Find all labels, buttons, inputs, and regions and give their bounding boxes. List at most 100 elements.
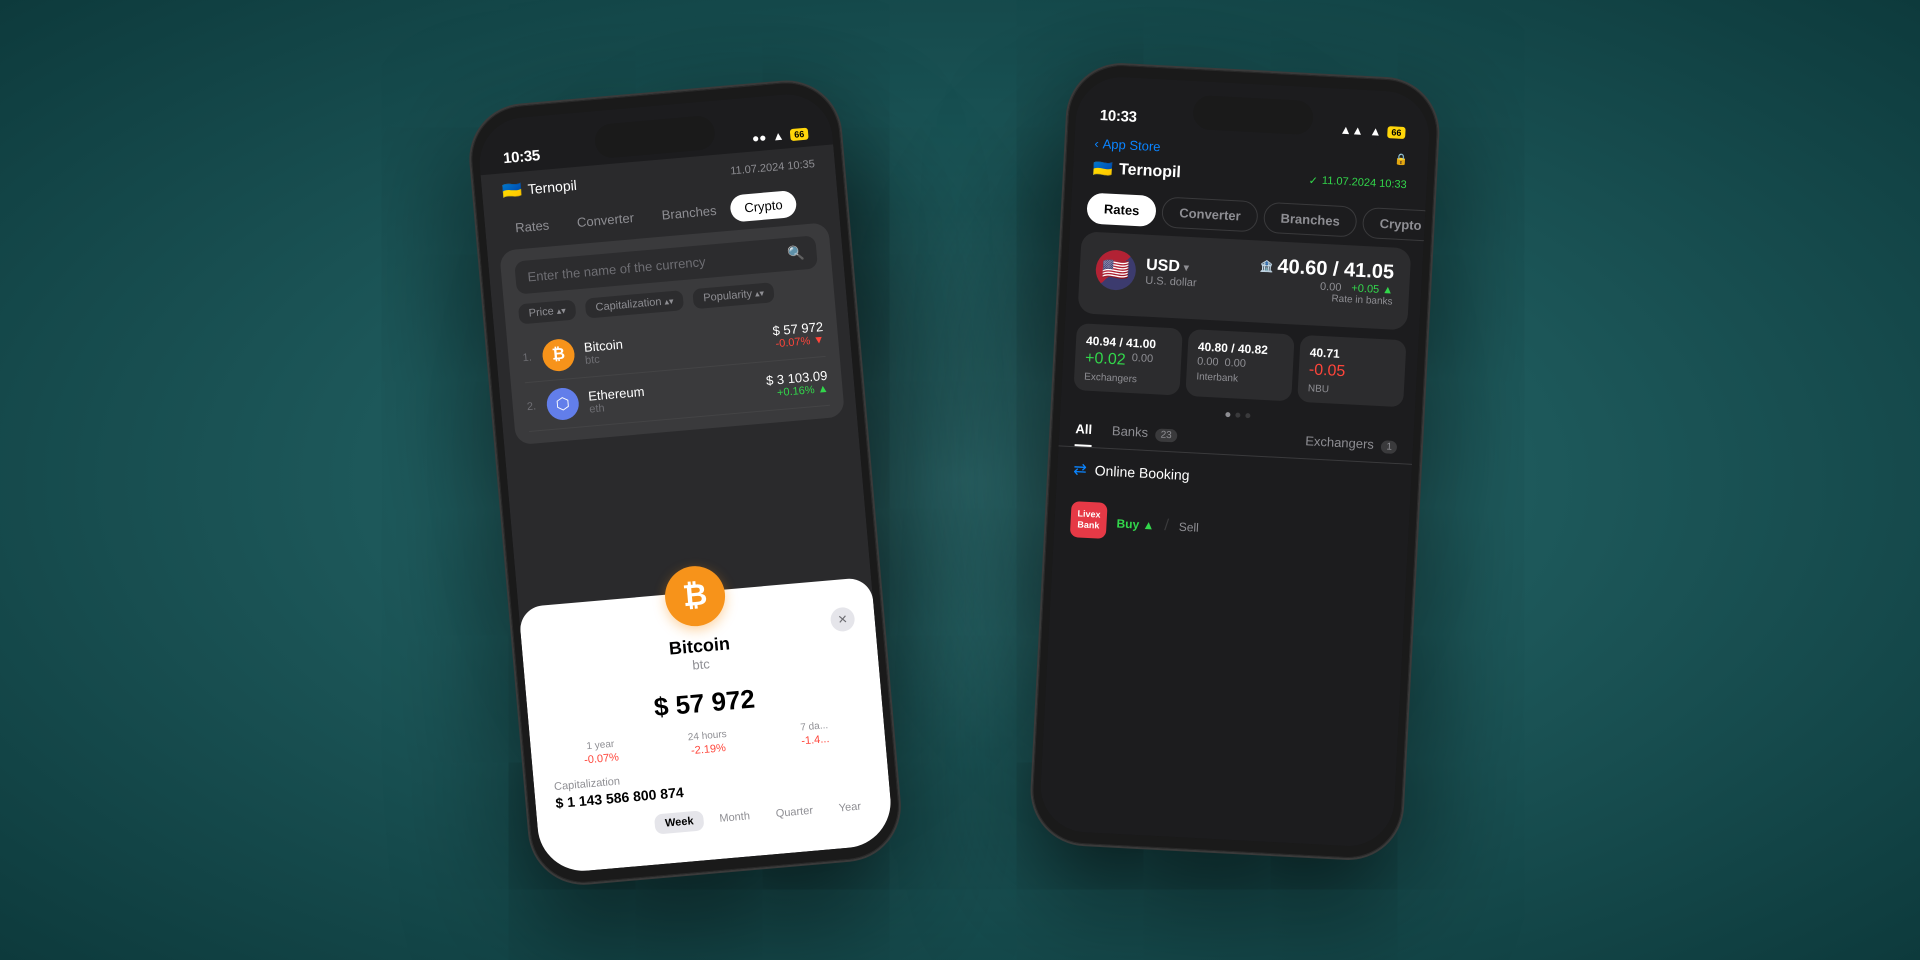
btc-name-col: Bitcoin btc <box>583 323 774 366</box>
period-month[interactable]: Month <box>709 805 761 829</box>
btc-stat-7d: 7 da... -1.4... <box>764 717 865 751</box>
eth-rank: 2. <box>526 399 547 413</box>
right-signal-icon: ▲▲ <box>1339 123 1363 138</box>
ukraine-flag: 🇺🇦 <box>501 180 523 202</box>
tab-converter-left[interactable]: Converter <box>562 203 649 237</box>
btc-detail-symbol: btc <box>692 656 711 672</box>
sub-rates-row: 40.94 / 41.00 +0.02 0.00 Exchangers 40.8… <box>1073 323 1406 407</box>
wifi-icon: ▲ <box>772 129 785 144</box>
search-placeholder-text: Enter the name of the currency <box>527 254 706 284</box>
right-wifi-icon: ▲ <box>1369 124 1382 139</box>
usd-rate-card: 🇺🇸 USD ▾ U.S. dollar 🏦 40.60 / 41.0 <box>1078 231 1412 330</box>
left-screen: 10:35 ●● ▲ 66 🇺🇦 Ternopil 11.07.2024 10:… <box>476 91 895 875</box>
exchangers-label: Exchangers <box>1084 372 1170 387</box>
dot-2 <box>1235 413 1240 418</box>
tab-branches-right[interactable]: Branches <box>1263 202 1358 238</box>
buy-sell-row: Buy ▲ / Sell <box>1116 514 1393 546</box>
phone-left: 10:35 ●● ▲ 66 🇺🇦 Ternopil 11.07.2024 10:… <box>467 78 904 887</box>
sort-cap-btn[interactable]: Capitalization ▴▾ <box>585 290 684 318</box>
nbu-label: NBU <box>1308 383 1394 398</box>
usd-rate-col: 🏦 40.60 / 41.05 0.00 +0.05 ▲ Rate in ban… <box>1258 255 1395 308</box>
period-week[interactable]: Week <box>654 810 704 834</box>
interbank-change2: 0.00 <box>1224 357 1246 370</box>
right-city-name: Ternopil <box>1119 161 1182 182</box>
check-icon: ✓ <box>1308 174 1318 187</box>
left-city-name: Ternopil <box>527 177 577 197</box>
battery-badge: 66 <box>790 128 809 142</box>
back-label: App Store <box>1102 136 1161 154</box>
left-status-icons: ●● ▲ 66 <box>751 127 808 146</box>
banks-tab-all[interactable]: All <box>1075 421 1093 447</box>
sort-price-btn[interactable]: Price ▴▾ <box>518 300 577 325</box>
interbank-label: Interbank <box>1196 371 1282 386</box>
left-content: 🇺🇦 Ternopil 11.07.2024 10:35 Rates Conve… <box>481 144 895 874</box>
usd-code: USD <box>1146 257 1181 277</box>
crypto-search-area: Enter the name of the currency 🔍 Price ▴… <box>499 222 845 445</box>
right-notch <box>1192 95 1314 135</box>
period-quarter[interactable]: Quarter <box>765 800 824 825</box>
left-status-time: 10:35 <box>502 147 540 167</box>
app-store-back-btn[interactable]: ‹ App Store <box>1094 136 1161 154</box>
btc-stat-1year: 1 year -0.07% <box>550 736 651 770</box>
dot-3 <box>1245 413 1250 418</box>
btc-close-btn[interactable]: ✕ <box>830 606 856 632</box>
nbu-card: 40.71 -0.05 NBU <box>1297 335 1406 407</box>
dot-1 <box>1225 412 1230 417</box>
left-header-date: 11.07.2024 10:35 <box>730 158 816 177</box>
btc-rank: 1. <box>522 351 543 365</box>
exchangers-changes: +0.02 0.00 <box>1085 350 1172 372</box>
usd-main-row: 🇺🇸 USD ▾ U.S. dollar 🏦 40.60 / 41.0 <box>1095 246 1395 308</box>
right-date-text: 11.07.2024 10:33 <box>1322 175 1407 191</box>
btc-price-col: $ 57 972 -0.07% ▼ <box>772 319 825 350</box>
booking-text: Online Booking <box>1094 462 1190 483</box>
eth-name-col: Ethereum eth <box>588 373 768 415</box>
search-icon: 🔍 <box>786 244 805 262</box>
right-status-time: 10:33 <box>1099 107 1137 126</box>
interbank-card: 40.80 / 40.82 0.00 0.00 Interbank <box>1185 329 1294 401</box>
bank-info: Buy ▲ / Sell <box>1116 510 1393 546</box>
banks-count: 23 <box>1155 428 1177 442</box>
buy-label: Buy ▲ <box>1116 516 1155 532</box>
nbu-changes: -0.05 <box>1308 361 1395 383</box>
sort-pop-btn[interactable]: Popularity ▴▾ <box>692 282 774 309</box>
sell-label: Sell <box>1178 520 1199 535</box>
banks-tab-banks[interactable]: Banks 23 <box>1111 423 1177 451</box>
eth-icon: ⬡ <box>545 387 580 422</box>
usd-change-left: 0.00 <box>1320 281 1342 294</box>
nbu-change: -0.05 <box>1308 361 1345 381</box>
phones-container: 10:35 ●● ▲ 66 🇺🇦 Ternopil 11.07.2024 10:… <box>510 50 1410 910</box>
btc-big-icon: ₿ <box>663 564 728 629</box>
exchg-change1: +0.02 <box>1085 350 1126 370</box>
tab-branches-left[interactable]: Branches <box>647 196 732 230</box>
phone-right: 10:33 ▲▲ ▲ 66 ‹ App Store 🔒 <box>1030 62 1440 860</box>
btc-detail-header: ₿ ✕ Bitcoin btc <box>540 598 858 685</box>
bank-icon: 🏦 <box>1259 260 1273 274</box>
tab-crypto-left[interactable]: Crypto <box>729 190 797 223</box>
left-city-label: 🇺🇦 Ternopil <box>501 175 577 201</box>
tab-converter-right[interactable]: Converter <box>1162 196 1259 232</box>
livex-bank-logo: LivexBank <box>1070 501 1108 539</box>
btc-detail-name: Bitcoin <box>668 633 731 659</box>
right-date: ✓ 11.07.2024 10:33 <box>1308 174 1407 192</box>
usd-label-col: USD ▾ U.S. dollar <box>1145 257 1260 293</box>
tab-rates-right[interactable]: Rates <box>1086 193 1157 228</box>
right-battery-badge: 66 <box>1387 126 1406 139</box>
usd-chevron: ▾ <box>1184 262 1190 273</box>
back-chevron: ‹ <box>1094 136 1099 151</box>
btc-detail-card: ₿ ✕ Bitcoin btc $ 57 972 1 year -0.07% 2… <box>518 577 894 875</box>
right-screen: 10:33 ▲▲ ▲ 66 ‹ App Store 🔒 <box>1038 75 1431 848</box>
tab-rates-left[interactable]: Rates <box>500 210 564 242</box>
btc-stat-24h: 24 hours -2.19% <box>657 726 758 760</box>
tab-crypto-right[interactable]: Crypto <box>1362 207 1432 242</box>
btc-icon: ₿ <box>541 338 576 373</box>
right-content: ‹ App Store 🔒 🇺🇦 Ternopil ✓ 11.07.2024 1… <box>1038 129 1428 849</box>
exchangers-card: 40.94 / 41.00 +0.02 0.00 Exchangers <box>1073 323 1182 395</box>
right-city: 🇺🇦 Ternopil <box>1093 159 1182 184</box>
banks-tab-exchangers[interactable]: Exchangers 1 <box>1304 433 1397 463</box>
booking-arrows-icon: ⇄ <box>1073 459 1087 480</box>
interbank-change1: 0.00 <box>1197 355 1219 368</box>
usd-flag: 🇺🇸 <box>1095 249 1137 291</box>
exchangers-count: 1 <box>1381 440 1397 454</box>
period-year[interactable]: Year <box>828 796 872 820</box>
right-status-icons: ▲▲ ▲ 66 <box>1339 123 1405 140</box>
